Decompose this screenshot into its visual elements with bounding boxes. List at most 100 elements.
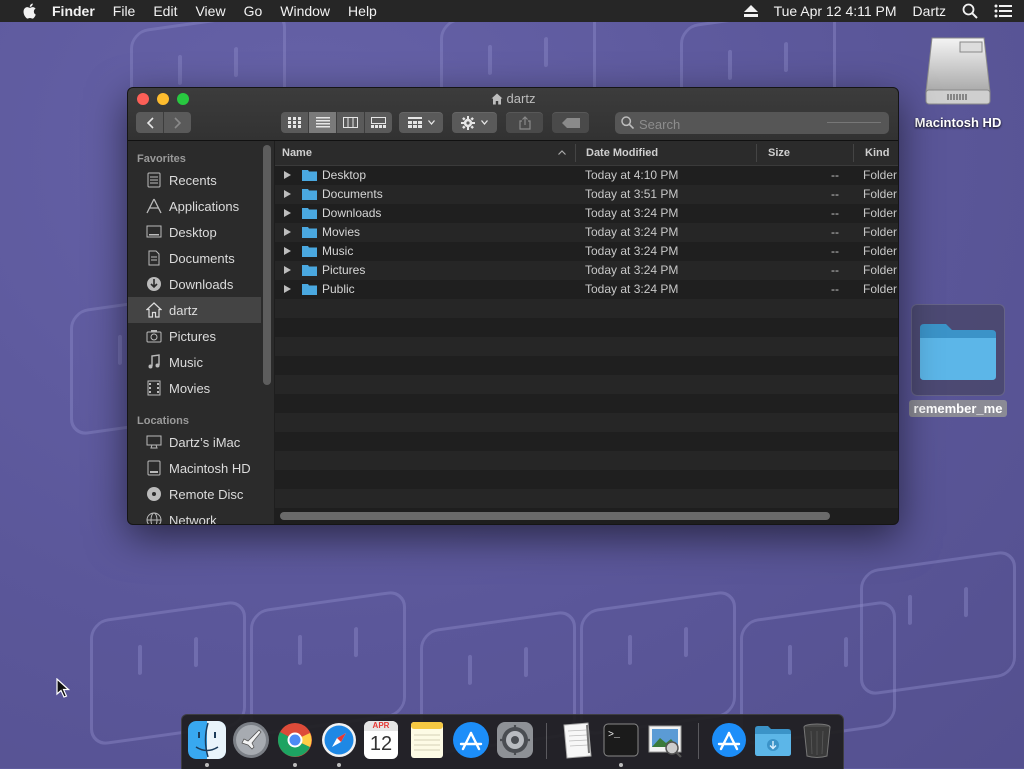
tags-button[interactable] [552, 112, 589, 133]
back-forward-control [136, 112, 191, 133]
sidebar-item-music[interactable]: Music [128, 349, 261, 375]
table-row-music[interactable]: Music Today at 3:24 PM -- Folder [275, 242, 898, 261]
desktop-macintosh-hd[interactable]: Macintosh HD [910, 32, 1006, 130]
back-button[interactable] [136, 112, 164, 133]
empty-row [275, 451, 898, 470]
downloads-folder-icon[interactable] [754, 721, 792, 759]
window-title: dartz [128, 91, 898, 106]
action-button[interactable] [452, 112, 497, 133]
column-date-modified[interactable]: Date Modified [586, 147, 658, 159]
search-input[interactable] [637, 112, 821, 136]
sidebar-item-recents[interactable]: Recents [128, 167, 261, 193]
sidebar-item-movies[interactable]: Movies [128, 375, 261, 401]
disclosure-triangle-icon[interactable] [284, 190, 291, 198]
disclosure-triangle-icon[interactable] [284, 171, 291, 179]
file-list: Name Date Modified Size Kind Desktop Tod… [275, 141, 898, 524]
search-field[interactable] [615, 112, 889, 136]
sidebar-heading-locations: Locations [137, 415, 189, 427]
file-name: Downloads [322, 206, 382, 220]
dock-separator [698, 723, 699, 759]
menu-view[interactable]: View [195, 3, 225, 19]
app-store-icon[interactable] [452, 721, 490, 759]
finder-icon[interactable] [188, 721, 226, 759]
sidebar-item-label: Network [169, 512, 217, 525]
disclosure-triangle-icon[interactable] [284, 209, 291, 217]
sidebar-item-pictures[interactable]: Pictures [128, 323, 261, 349]
sidebar-item-applications[interactable]: Applications [128, 193, 261, 219]
menu-help[interactable]: Help [348, 3, 377, 19]
preview-icon[interactable] [646, 721, 684, 759]
column-kind[interactable]: Kind [865, 147, 889, 159]
folder-icon [302, 208, 317, 219]
disclosure-triangle-icon[interactable] [284, 266, 291, 274]
file-size: -- [831, 282, 839, 296]
column-header: Name Date Modified Size Kind [275, 141, 898, 166]
column-name[interactable]: Name [282, 147, 312, 159]
menu-window[interactable]: Window [280, 3, 330, 19]
empty-row [275, 337, 898, 356]
columns-icon [343, 117, 358, 128]
column-view-button[interactable] [337, 112, 365, 133]
system-preferences-icon[interactable] [496, 721, 534, 759]
disclosure-triangle-icon[interactable] [284, 285, 291, 293]
column-size[interactable]: Size [768, 147, 790, 159]
sidebar-item-desktop[interactable]: Desktop [128, 219, 261, 245]
mouse-cursor-icon [56, 678, 70, 698]
list-view-button[interactable] [309, 112, 337, 133]
file-kind: Folder [863, 282, 898, 296]
sidebar-item-imac[interactable]: Dartz’s iMac [128, 429, 261, 455]
table-row-desktop[interactable]: Desktop Today at 4:10 PM -- Folder [275, 166, 898, 185]
sidebar-item-network[interactable]: Network [128, 507, 261, 525]
disclosure-triangle-icon[interactable] [284, 228, 291, 236]
terminal-icon[interactable]: >_ [602, 721, 640, 759]
calendar-month: APR [364, 721, 398, 731]
sidebar-item-remote-disc[interactable]: Remote Disc [128, 481, 261, 507]
textedit-icon[interactable] [558, 721, 596, 759]
menu-edit[interactable]: Edit [153, 3, 177, 19]
table-row-pictures[interactable]: Pictures Today at 3:24 PM -- Folder [275, 261, 898, 280]
gallery-view-button[interactable] [365, 112, 392, 133]
icon-view-button[interactable] [281, 112, 309, 133]
sidebar-scrollbar[interactable] [263, 145, 271, 385]
menu-file[interactable]: File [113, 3, 136, 19]
trash-icon[interactable] [798, 721, 836, 759]
chrome-icon[interactable] [276, 721, 314, 759]
menu-finder[interactable]: Finder [52, 3, 95, 19]
table-row-downloads[interactable]: Downloads Today at 3:24 PM -- Folder [275, 204, 898, 223]
sidebar-item-label: Desktop [169, 224, 217, 240]
desktop-folder-remember-me[interactable]: remember_me [908, 304, 1008, 417]
calendar-icon[interactable]: APR 12 [364, 721, 398, 759]
running-indicator [293, 763, 297, 767]
sidebar-item-documents[interactable]: Documents [128, 245, 261, 271]
horizontal-scrollbar[interactable] [280, 512, 830, 520]
file-date: Today at 3:24 PM [585, 263, 679, 277]
menubar-user[interactable]: Dartz [913, 3, 946, 19]
sidebar-item-dartz[interactable]: dartz [128, 297, 261, 323]
downloads-stack-icon[interactable] [710, 721, 748, 759]
chevron-down-icon [427, 120, 435, 125]
file-rows: Desktop Today at 4:10 PM -- Folder Docum… [275, 166, 898, 508]
file-size: -- [831, 225, 839, 239]
spotlight-search-icon[interactable] [962, 3, 978, 19]
share-button[interactable] [506, 112, 543, 133]
menubar-clock[interactable]: Tue Apr 12 4:11 PM [774, 3, 897, 19]
notification-center-icon[interactable] [994, 4, 1012, 18]
eject-icon[interactable] [743, 5, 758, 17]
forward-button[interactable] [164, 112, 191, 133]
disclosure-triangle-icon[interactable] [284, 247, 291, 255]
apple-logo-icon[interactable] [20, 2, 38, 20]
table-row-public[interactable]: Public Today at 3:24 PM -- Folder [275, 280, 898, 299]
table-row-movies[interactable]: Movies Today at 3:24 PM -- Folder [275, 223, 898, 242]
notes-icon[interactable] [408, 721, 446, 759]
group-by-button[interactable] [399, 112, 443, 133]
folder-icon [302, 189, 317, 200]
menu-go[interactable]: Go [244, 3, 263, 19]
launchpad-icon[interactable] [232, 721, 270, 759]
folder-icon [920, 324, 996, 380]
table-row-documents[interactable]: Documents Today at 3:51 PM -- Folder [275, 185, 898, 204]
sidebar-item-label: Macintosh HD [169, 460, 251, 476]
sidebar-item-macintosh-hd[interactable]: Macintosh HD [128, 455, 261, 481]
hard-drive-icon [925, 37, 991, 105]
safari-icon[interactable] [320, 721, 358, 759]
sidebar-item-downloads[interactable]: Downloads [128, 271, 261, 297]
